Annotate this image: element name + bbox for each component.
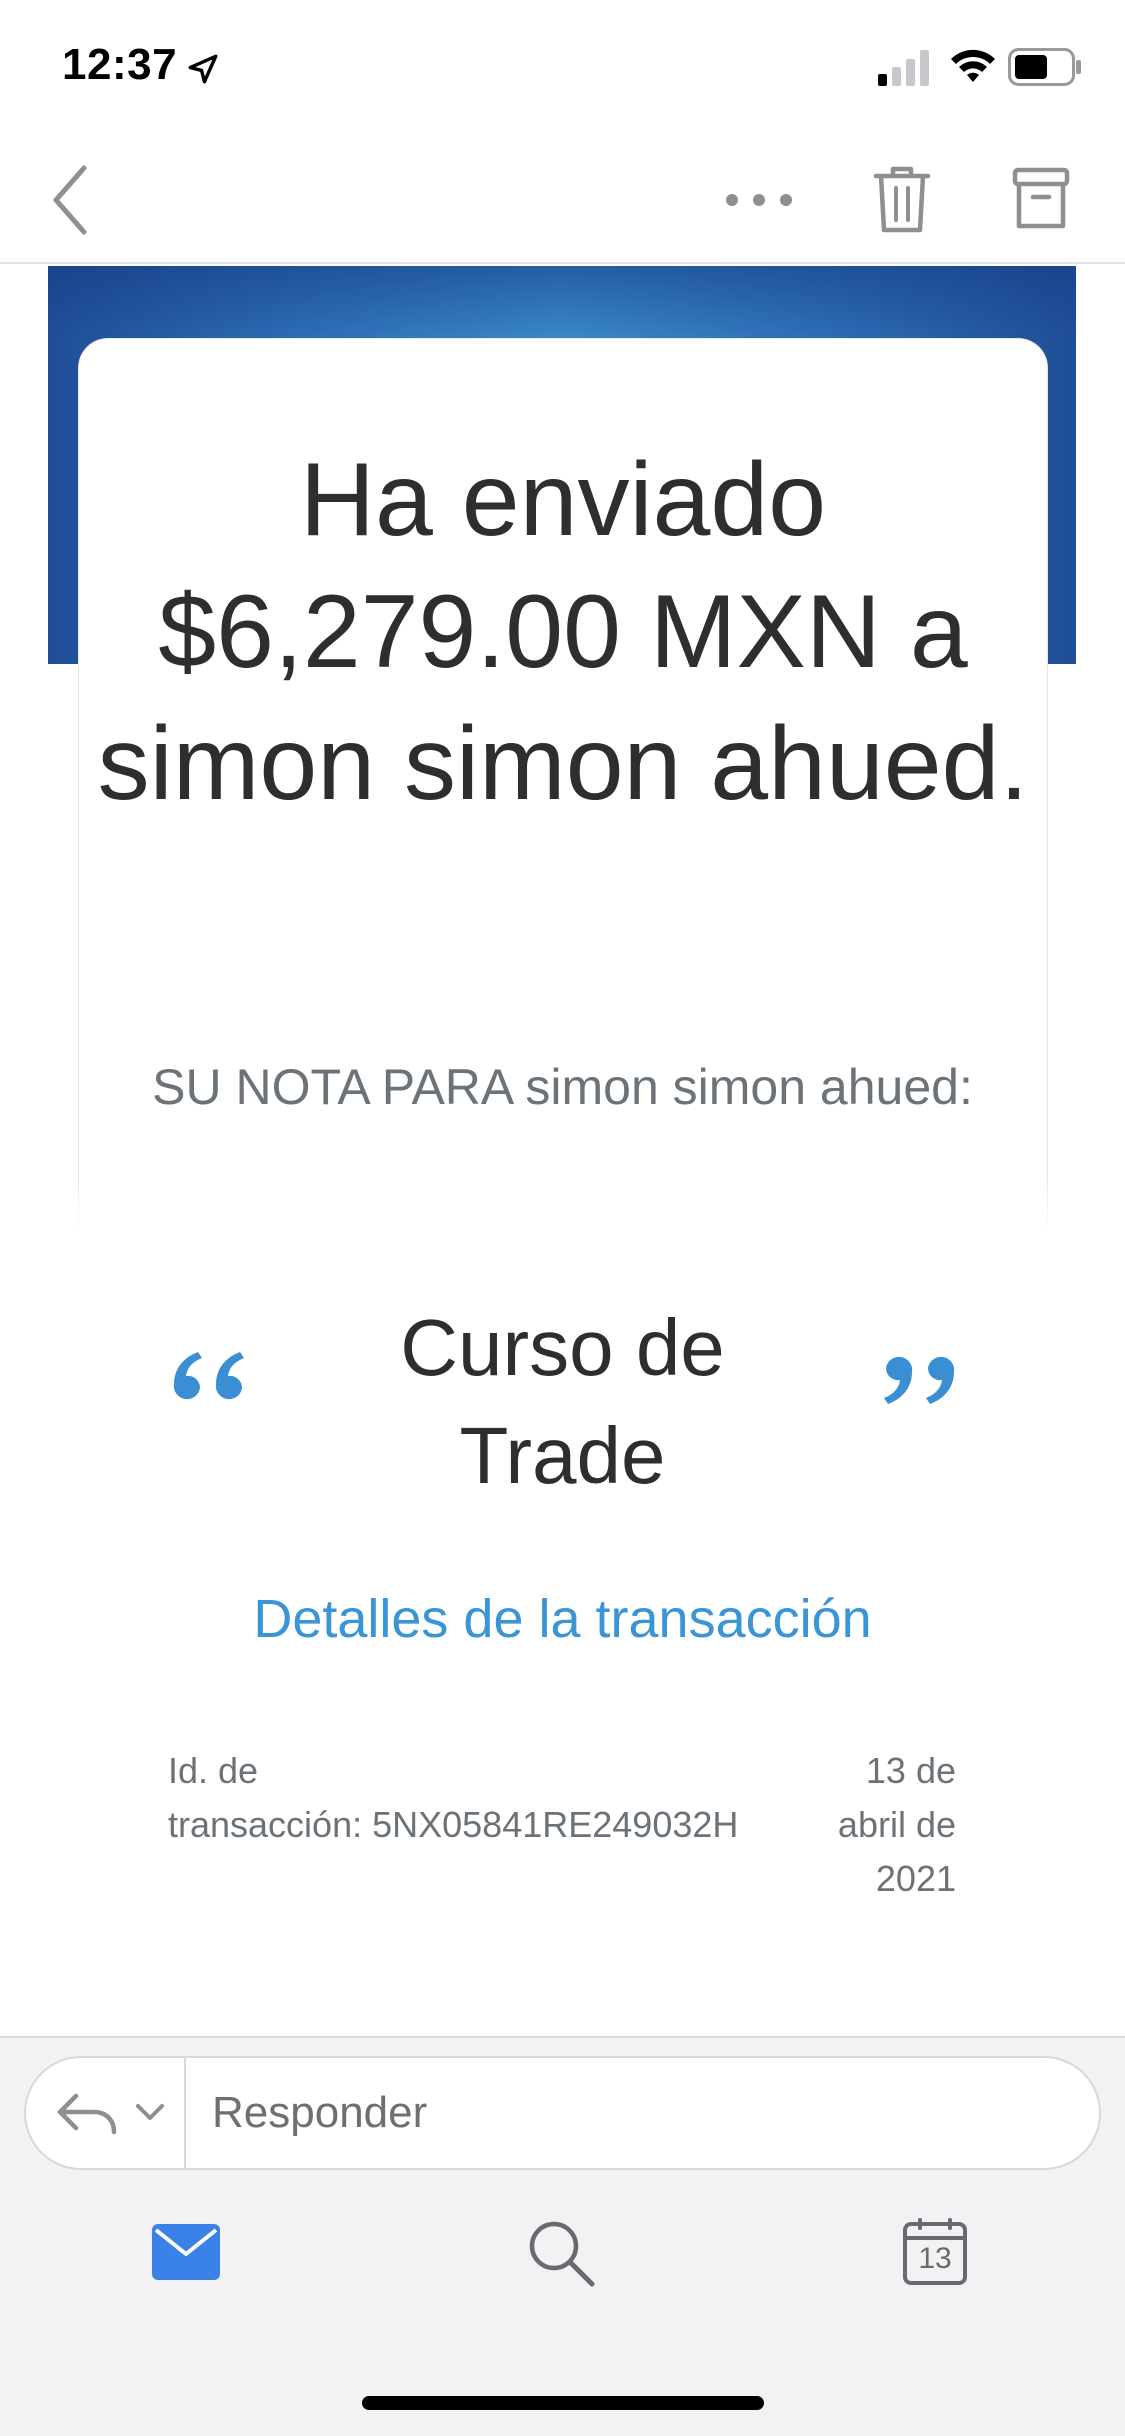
home-indicator[interactable] — [362, 2396, 764, 2410]
transaction-id-value: transacción: 5NX05841RE249032H — [168, 1804, 739, 1845]
more-icon[interactable] — [722, 178, 796, 222]
transaction-date-line: abril de — [837, 1804, 956, 1845]
reply-arrow-icon — [57, 2093, 117, 2135]
battery-icon — [1008, 48, 1081, 86]
note-heading: SU NOTA PARA simon simon ahued: — [152, 1059, 973, 1115]
cellular-signal-icon — [878, 50, 929, 86]
archive-icon[interactable] — [1012, 164, 1070, 234]
reply-input[interactable] — [212, 2058, 1072, 2168]
reply-options-button[interactable] — [26, 2058, 186, 2168]
transaction-id-label: Id. de — [168, 1750, 259, 1791]
trash-icon[interactable] — [872, 162, 932, 236]
wifi-icon — [951, 49, 995, 82]
email-body[interactable]: Ha enviado $6,279.00 MXN a simon simon a… — [0, 266, 1125, 2036]
transaction-date: 13 de abril de 2021 — [800, 1744, 956, 1906]
calendar-day: 13 — [918, 2242, 952, 2275]
mail-icon[interactable] — [152, 2224, 220, 2280]
transaction-date-line: 13 de — [865, 1750, 956, 1791]
open-quote-icon — [173, 1352, 244, 1400]
status-bar: 12:37 — [0, 0, 1125, 132]
transaction-date-line: 2021 — [875, 1858, 956, 1899]
note-text: Curso de Trade — [400, 1303, 725, 1500]
status-time: 12:37 — [62, 40, 178, 89]
transaction-id: Id. de transacción: 5NX05841RE249032H — [168, 1744, 808, 1852]
location-arrow-icon — [188, 54, 218, 84]
close-quote-icon — [884, 1356, 955, 1404]
search-icon[interactable] — [526, 2218, 596, 2288]
payment-headline: Ha enviado $6,279.00 MXN a simon simon a… — [97, 442, 1029, 822]
back-chevron-icon[interactable] — [46, 162, 96, 238]
chevron-down-icon — [136, 2104, 164, 2120]
reply-field — [24, 2056, 1101, 2170]
tab-bar: 13 — [0, 2188, 1125, 2328]
note-block: Curso de Trade — [150, 1294, 975, 1534]
mail-toolbar — [0, 132, 1125, 264]
bottom-bar: 13 — [0, 2036, 1125, 2436]
calendar-tab[interactable]: 13 — [902, 2218, 968, 2286]
transaction-details-link[interactable]: Detalles de la transacción — [150, 1584, 975, 1654]
